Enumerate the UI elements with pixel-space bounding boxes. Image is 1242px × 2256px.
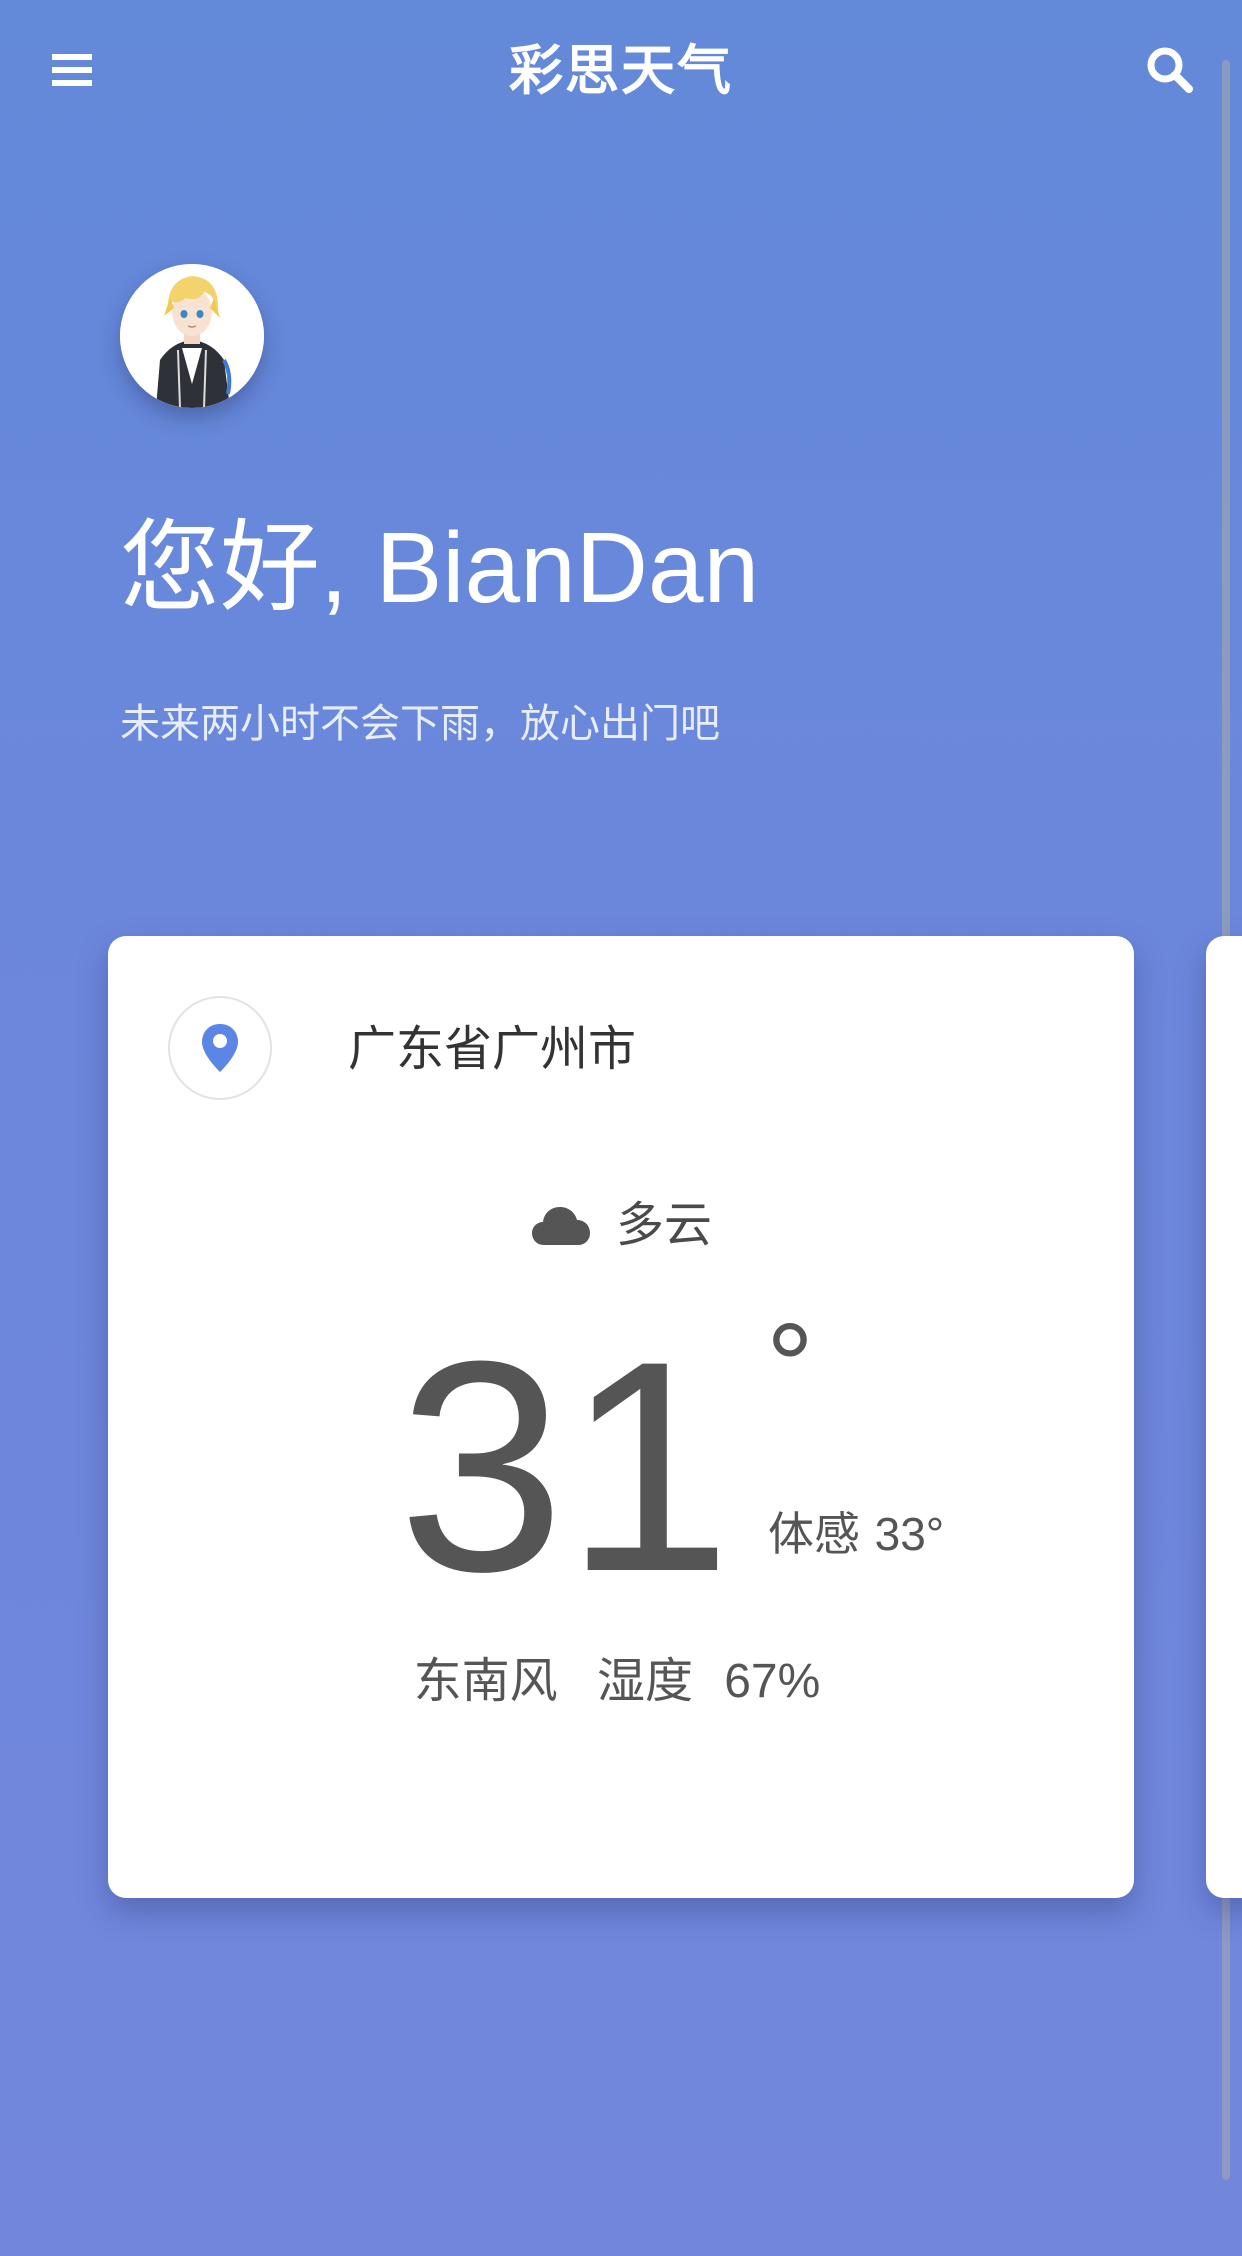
weather-card[interactable]: 广东省广州市 多云 31 ° 体感 33° 东南风 湿度 67% (108, 936, 1134, 1898)
feels-like-label: 体感 (768, 1507, 860, 1561)
search-button[interactable] (1140, 40, 1200, 100)
feels-like: 体感 33° (768, 1502, 944, 1566)
humidity-value: 67% (724, 1655, 821, 1708)
next-weather-card[interactable] (1206, 936, 1242, 1898)
temperature-value: 31 (398, 1298, 732, 1634)
search-icon (1147, 47, 1193, 93)
avatar[interactable] (120, 264, 264, 408)
app-title: 彩思天气 (509, 39, 733, 102)
wind-humidity-row: 东南风 湿度 67% (108, 1648, 1134, 1715)
avatar-illustration (120, 264, 264, 408)
condition-text: 多云 (615, 1197, 712, 1253)
humidity: 湿度 67% (589, 1653, 828, 1709)
greeting-text: 您好, BianDan (120, 512, 760, 624)
location-pin-icon (202, 1024, 238, 1072)
wind-direction: 东南风 (413, 1653, 558, 1709)
rain-forecast-tip: 未来两小时不会下雨，放心出门吧 (120, 701, 720, 747)
location-badge[interactable] (168, 996, 272, 1100)
cloud-icon (530, 1203, 592, 1247)
feels-like-value: 33° (874, 1508, 945, 1560)
top-app-bar: 彩思天气 (0, 0, 1242, 140)
humidity-label: 湿度 (596, 1653, 693, 1709)
weather-condition: 多云 (108, 1192, 1134, 1258)
degree-symbol: ° (766, 1299, 814, 1433)
location-name: 广东省广州市 (348, 1021, 637, 1077)
